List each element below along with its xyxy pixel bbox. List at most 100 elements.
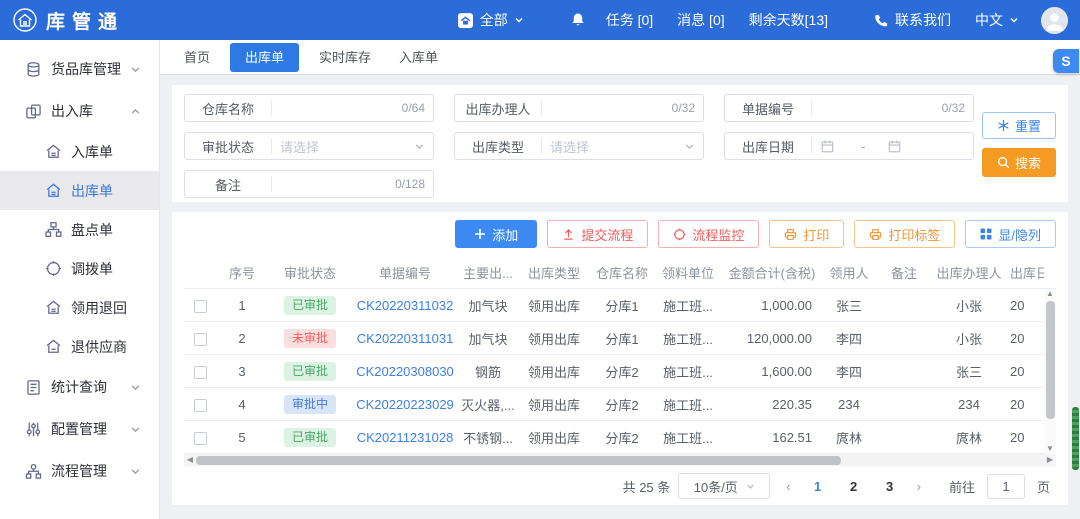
sidebar-item-transfer-order[interactable]: 调拨单: [0, 249, 159, 288]
row-checkbox[interactable]: [194, 432, 207, 445]
search-button[interactable]: 搜索: [982, 148, 1056, 177]
cell-out_type: 领用出库: [518, 428, 590, 447]
monitor-icon: [673, 228, 686, 241]
table-row[interactable]: 1已审批CK20220311032加气块领用出库分库1施工班...1,000.0…: [184, 289, 1056, 322]
status-badge: 审批中: [284, 395, 336, 414]
cell-doc_no: CK20220308030: [352, 364, 458, 379]
tab-inbound[interactable]: 入库单: [385, 40, 452, 75]
calendar-icon[interactable]: [820, 139, 835, 154]
sidebar-item-goods-store[interactable]: 货品库管理: [0, 48, 159, 90]
sidebar-item-requisition-return[interactable]: 领用退回: [0, 288, 159, 327]
status-badge: 已审批: [284, 296, 336, 315]
page-scrollbar-thumb[interactable]: [1072, 407, 1079, 470]
tab-home[interactable]: 首页: [170, 40, 224, 75]
add-button[interactable]: 添加: [455, 220, 537, 248]
field-单据编号[interactable]: 单据编号0/32: [724, 94, 974, 122]
scroll-up-arrow[interactable]: ▲: [1044, 289, 1056, 299]
tab-outbound[interactable]: 出库单: [230, 43, 299, 72]
field-备注[interactable]: 备注0/128: [184, 170, 434, 198]
cell-warehouse: 分库1: [590, 296, 654, 315]
prev-page-button[interactable]: ‹: [778, 479, 798, 494]
page-number-3[interactable]: 3: [879, 479, 901, 494]
scope-selector[interactable]: 全部: [457, 10, 524, 30]
table-row[interactable]: 5已审批CK20211231028不锈钢...领用出库分库2施工班...162.…: [184, 421, 1056, 454]
floating-helper-badge[interactable]: S: [1053, 49, 1079, 73]
sidebar-item-config-mgmt[interactable]: 配置管理: [0, 408, 159, 450]
cell-main_item: 不锈钢...: [458, 428, 518, 447]
sidebar-item-label: 退供应商: [71, 337, 127, 357]
flow-monitor-button[interactable]: 流程监控: [658, 220, 759, 248]
table-toolbar: 添加 提交流程 流程监控 打印 打印标签 显/隐列: [184, 220, 1056, 248]
table-row[interactable]: 2未审批CK20220311031加气块领用出库分库1施工班...120,000…: [184, 322, 1056, 355]
reset-button[interactable]: 重置: [982, 112, 1056, 139]
doc-number-link[interactable]: CK20220308030: [356, 364, 454, 379]
table-vertical-scrollbar[interactable]: ▲ ▼: [1044, 289, 1056, 454]
show-hide-columns-button[interactable]: 显/隐列: [965, 220, 1056, 248]
sidebar-item-stats-query[interactable]: 统计查询: [0, 366, 159, 408]
notifications-bell[interactable]: [570, 12, 586, 28]
sidebar-item-label: 入库单: [71, 142, 113, 162]
row-checkbox[interactable]: [194, 333, 207, 346]
tab-realtime-stock[interactable]: 实时库存: [305, 40, 385, 75]
doc-number-link[interactable]: CK20211231028: [357, 430, 454, 445]
sidebar-item-flow-mgmt[interactable]: 流程管理: [0, 450, 159, 492]
table-row[interactable]: 3已审批CK20220308030钢筋领用出库分库2施工班...1,600.00…: [184, 355, 1056, 388]
sidebar-item-in-out[interactable]: 出入库: [0, 90, 159, 132]
status-badge: 已审批: [284, 428, 336, 447]
vertical-scroll-thumb[interactable]: [1046, 301, 1055, 419]
field-出库类型[interactable]: 出库类型请选择: [454, 132, 704, 160]
contact-us-link[interactable]: 联系我们: [874, 10, 951, 30]
field-出库日期[interactable]: 出库日期-: [724, 132, 974, 160]
logo-house-icon: [12, 7, 38, 33]
doc-number-link[interactable]: CK20220311031: [357, 331, 454, 346]
sidebar-item-label: 货品库管理: [51, 59, 121, 79]
cell-seq: 3: [216, 364, 268, 379]
goto-page-input[interactable]: [987, 474, 1025, 499]
print-button[interactable]: 打印: [769, 220, 844, 248]
cell-date: 20: [1006, 430, 1044, 445]
main-content: 首页出库单实时库存入库单 S 仓库名称0/64 出库办理人0/32 单据编号0/32…: [160, 40, 1080, 519]
page-number-1[interactable]: 1: [807, 479, 829, 494]
row-checkbox[interactable]: [194, 366, 207, 379]
row-checkbox[interactable]: [194, 399, 207, 412]
char-counter: 0/128: [395, 177, 425, 191]
user-avatar[interactable]: [1041, 7, 1068, 34]
sidebar-item-supplier-return[interactable]: 退供应商: [0, 327, 159, 366]
field-出库办理人[interactable]: 出库办理人0/32: [454, 94, 704, 122]
horizontal-scroll-thumb[interactable]: [196, 456, 841, 465]
field-审批状态[interactable]: 审批状态请选择: [184, 132, 434, 160]
sidebar-item-inbound-order[interactable]: 入库单: [0, 132, 159, 171]
table-row[interactable]: 4审批中CK20220223029灭火器,...领用出库分库2施工班...220…: [184, 388, 1056, 421]
app-title: 库管通: [46, 7, 124, 34]
plus-icon: [474, 228, 486, 240]
doc-number-link[interactable]: CK20220223029: [356, 397, 454, 412]
messages-link[interactable]: 消息 [0]: [677, 10, 724, 30]
status-badge: 已审批: [284, 362, 336, 381]
page-number-2[interactable]: 2: [843, 479, 865, 494]
print-label-button[interactable]: 打印标签: [854, 220, 955, 248]
submit-flow-button[interactable]: 提交流程: [547, 220, 648, 248]
chevron-down-icon: [130, 466, 141, 477]
row-checkbox[interactable]: [194, 300, 207, 313]
column-header: 序号: [216, 263, 268, 282]
phone-icon: [874, 13, 889, 28]
tasks-link[interactable]: 任务 [0]: [606, 10, 653, 30]
select-input[interactable]: 请选择: [542, 133, 703, 159]
table-horizontal-scrollbar[interactable]: ◀ ▶: [184, 454, 1056, 466]
scroll-left-arrow[interactable]: ◀: [184, 454, 196, 466]
column-header: 领用人: [822, 263, 876, 282]
doc-number-link[interactable]: CK20220311032: [357, 298, 454, 313]
report-icon: [25, 379, 42, 396]
sidebar-item-outbound-order[interactable]: 出库单: [0, 171, 159, 210]
next-page-button[interactable]: ›: [909, 479, 929, 494]
language-selector[interactable]: 中文: [975, 10, 1019, 30]
field-label: 审批状态: [185, 137, 271, 156]
chevron-down-icon: [130, 64, 141, 75]
scroll-down-arrow[interactable]: ▼: [1044, 444, 1056, 454]
page-size-select[interactable]: 10条/页: [678, 473, 770, 499]
sidebar-item-stocktake-order[interactable]: 盘点单: [0, 210, 159, 249]
select-input[interactable]: 请选择: [272, 133, 433, 159]
field-仓库名称[interactable]: 仓库名称0/64: [184, 94, 434, 122]
scroll-right-arrow[interactable]: ▶: [1044, 454, 1056, 466]
calendar-icon[interactable]: [887, 139, 902, 154]
